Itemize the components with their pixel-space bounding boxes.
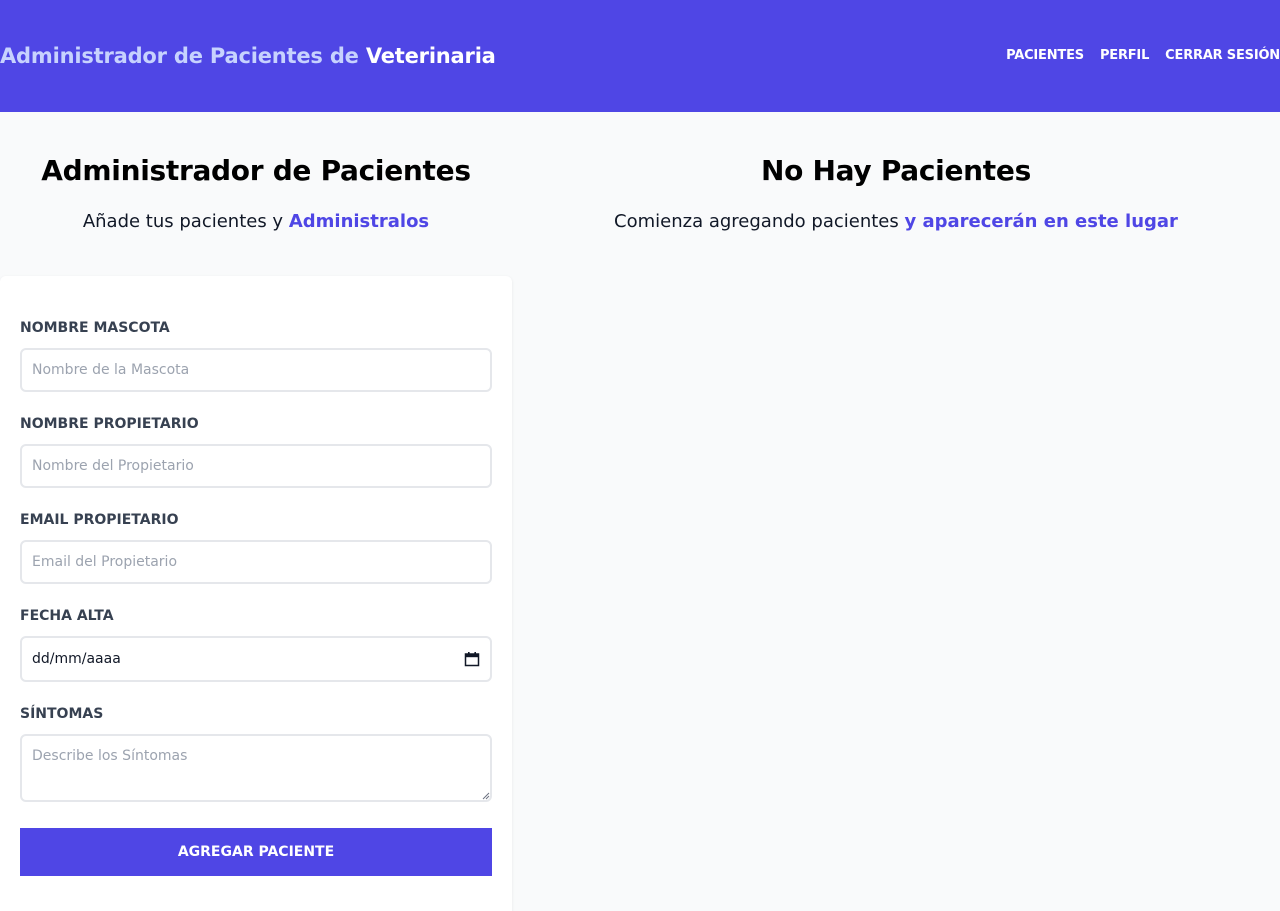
main-nav: PACIENTES PERFIL CERRAR SESIÓN — [1006, 48, 1280, 63]
app-brand: Administrador de Pacientes de Veterinari… — [0, 44, 496, 68]
brand-strong: Veterinaria — [365, 44, 496, 68]
form-panel-title: Administrador de Pacientes — [41, 154, 471, 187]
owner-name-label: NOMBRE PROPIETARIO — [20, 416, 199, 432]
admission-date-input[interactable]: dd/mm/aaaa — [20, 636, 492, 682]
form-panel-subtitle-text: Añade tus pacientes y — [82, 211, 284, 232]
owner-email-input[interactable] — [20, 540, 492, 584]
owner-name-input[interactable] — [20, 444, 492, 488]
list-panel-subtitle-text: Comienza agregando pacientes — [614, 211, 899, 232]
admission-date-value: dd/mm/aaaa — [32, 651, 121, 667]
symptoms-label: SÍNTOMAS — [20, 706, 104, 722]
admission-date-label: FECHA ALTA — [20, 608, 114, 624]
nav-cerrar-sesion-link[interactable]: CERRAR SESIÓN — [1165, 48, 1280, 63]
list-panel-subtitle: Comienza agregando pacientes y aparecerá… — [512, 211, 1280, 232]
patient-form: NOMBRE MASCOTA NOMBRE PROPIETARIO EMAIL … — [0, 276, 512, 911]
form-panel-subtitle-accent: Administralos — [288, 211, 430, 232]
add-patient-button[interactable]: AGREGAR PACIENTE — [20, 828, 492, 876]
symptoms-textarea[interactable] — [20, 734, 492, 802]
list-panel-subtitle-accent: y aparecerán en este lugar — [904, 211, 1178, 232]
resize-grip-icon[interactable] — [482, 792, 490, 800]
pet-name-label: NOMBRE MASCOTA — [20, 320, 170, 336]
calendar-icon[interactable] — [464, 651, 480, 667]
brand-prefix: Administrador de Pacientes de — [0, 44, 359, 68]
list-panel-title: No Hay Pacientes — [761, 154, 1031, 187]
form-panel-subtitle: Añade tus pacientes y Administralos — [0, 211, 512, 232]
top-header: Administrador de Pacientes de Veterinari… — [0, 0, 1280, 112]
owner-email-label: EMAIL PROPIETARIO — [20, 512, 179, 528]
pet-name-input[interactable] — [20, 348, 492, 392]
nav-perfil-link[interactable]: PERFIL — [1100, 48, 1149, 63]
nav-pacientes-link[interactable]: PACIENTES — [1006, 48, 1084, 63]
